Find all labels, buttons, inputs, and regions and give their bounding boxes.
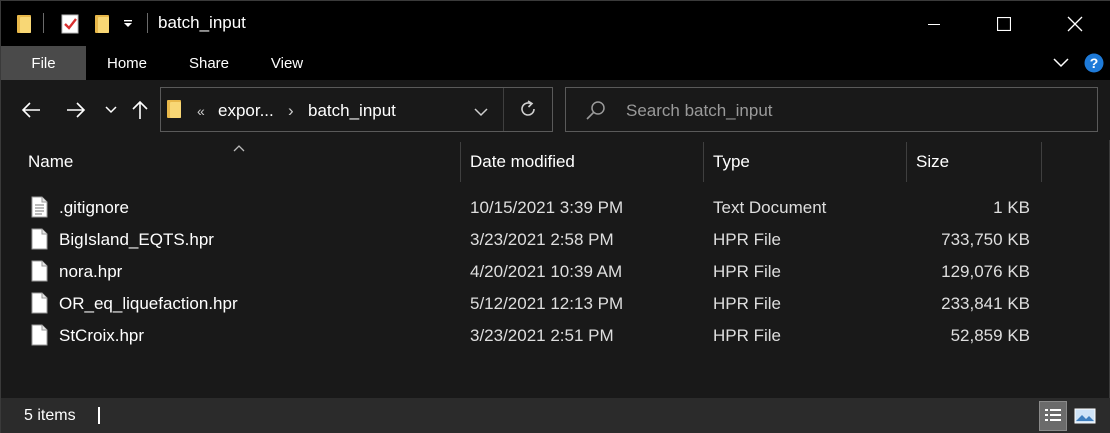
text-caret bbox=[98, 407, 100, 424]
column-header-name[interactable]: Name bbox=[28, 152, 73, 172]
new-folder-icon[interactable] bbox=[91, 1, 113, 46]
navigation-bar: « expor... › batch_input Search batch_in… bbox=[1, 80, 1110, 140]
close-button[interactable] bbox=[1052, 1, 1098, 46]
search-icon bbox=[586, 100, 606, 125]
chevron-down-icon bbox=[1053, 58, 1069, 68]
recent-locations-button[interactable] bbox=[101, 94, 121, 126]
breadcrumb-separator-icon[interactable]: › bbox=[288, 101, 294, 121]
back-button[interactable] bbox=[17, 94, 45, 126]
file-date: 5/12/2021 12:13 PM bbox=[470, 294, 624, 313]
folder-icon bbox=[167, 100, 181, 118]
overflow-chevron-icon[interactable]: « bbox=[197, 103, 205, 119]
large-icons-view-icon bbox=[1074, 408, 1096, 424]
address-divider bbox=[503, 88, 504, 131]
column-divider[interactable] bbox=[703, 142, 704, 182]
svg-text:?: ? bbox=[1090, 55, 1099, 71]
search-box[interactable]: Search batch_input bbox=[565, 87, 1098, 132]
file-type: HPR File bbox=[713, 262, 782, 281]
file-row[interactable]: .gitignore 10/15/2021 3:39 PM Text Docum… bbox=[1, 192, 1110, 224]
up-button[interactable] bbox=[128, 94, 152, 126]
search-input[interactable]: Search batch_input bbox=[626, 101, 773, 121]
column-header-date[interactable]: Date modified bbox=[470, 152, 575, 172]
details-view-icon bbox=[1045, 409, 1061, 421]
file-size: 233,841 KB bbox=[941, 294, 1030, 313]
expand-ribbon-button[interactable] bbox=[1049, 46, 1073, 80]
file-explorer-window: batch_input File Home Share View ? « exp… bbox=[0, 0, 1110, 433]
text-document-icon bbox=[31, 196, 48, 218]
file-name: BigIsland_EQTS.hpr bbox=[59, 230, 214, 249]
arrow-right-icon bbox=[67, 102, 86, 118]
column-divider[interactable] bbox=[460, 142, 461, 182]
file-row[interactable]: BigIsland_EQTS.hpr 3/23/2021 2:58 PM HPR… bbox=[1, 224, 1110, 256]
file-type: Text Document bbox=[713, 198, 827, 217]
column-headers: Name Date modified Type Size bbox=[1, 142, 1110, 182]
title-separator bbox=[147, 13, 148, 33]
maximize-icon bbox=[997, 16, 1011, 31]
ribbon-tabs: File Home Share View ? bbox=[1, 46, 1110, 80]
details-view-button[interactable] bbox=[1039, 401, 1067, 431]
column-divider[interactable] bbox=[906, 142, 907, 182]
tab-share[interactable]: Share bbox=[179, 46, 239, 80]
refresh-icon bbox=[521, 100, 535, 116]
file-row[interactable]: nora.hpr 4/20/2021 10:39 AM HPR File 129… bbox=[1, 256, 1110, 288]
file-size: 1 KB bbox=[993, 198, 1030, 217]
file-date: 3/23/2021 2:58 PM bbox=[470, 230, 614, 249]
file-type: HPR File bbox=[713, 326, 782, 345]
file-name: OR_eq_liquefaction.hpr bbox=[59, 294, 238, 313]
tab-file[interactable]: File bbox=[1, 46, 86, 80]
help-button[interactable]: ? bbox=[1083, 46, 1105, 80]
breadcrumb-current[interactable]: batch_input bbox=[308, 101, 396, 121]
window-title: batch_input bbox=[158, 13, 246, 32]
address-dropdown-button[interactable] bbox=[474, 104, 488, 122]
file-icon bbox=[31, 324, 48, 346]
minimize-icon bbox=[928, 23, 940, 25]
file-name: StCroix.hpr bbox=[59, 326, 145, 345]
item-count: 5 items bbox=[24, 407, 76, 424]
status-bar: 5 items bbox=[1, 398, 1110, 433]
file-date: 10/15/2021 3:39 PM bbox=[470, 198, 624, 217]
file-icon bbox=[31, 292, 48, 314]
help-icon: ? bbox=[1084, 53, 1104, 73]
tab-home[interactable]: Home bbox=[97, 46, 157, 80]
title-bar: batch_input bbox=[1, 1, 1110, 46]
file-icon bbox=[31, 228, 48, 250]
tab-view[interactable]: View bbox=[257, 46, 317, 80]
file-size: 129,076 KB bbox=[941, 262, 1030, 281]
breadcrumb-parent[interactable]: expor... bbox=[218, 101, 274, 121]
customize-toolbar-icon[interactable] bbox=[120, 1, 136, 46]
properties-icon[interactable] bbox=[59, 1, 81, 46]
file-type: HPR File bbox=[713, 230, 782, 249]
file-date: 4/20/2021 10:39 AM bbox=[470, 262, 623, 281]
file-row[interactable]: OR_eq_liquefaction.hpr 5/12/2021 12:13 P… bbox=[1, 288, 1110, 320]
chevron-down-icon bbox=[105, 106, 117, 114]
title-separator bbox=[43, 13, 44, 33]
arrow-left-icon bbox=[21, 102, 40, 118]
forward-button[interactable] bbox=[62, 94, 90, 126]
column-divider[interactable] bbox=[1041, 142, 1042, 182]
large-icons-view-button[interactable] bbox=[1071, 401, 1099, 431]
file-size: 52,859 KB bbox=[950, 326, 1030, 345]
folder-icon[interactable] bbox=[13, 1, 35, 46]
file-name: .gitignore bbox=[59, 198, 129, 217]
close-icon bbox=[1067, 16, 1083, 31]
file-name: nora.hpr bbox=[59, 262, 123, 281]
chevron-down-icon bbox=[474, 108, 488, 117]
file-size: 733,750 KB bbox=[941, 230, 1030, 249]
file-icon bbox=[31, 260, 48, 282]
column-header-type[interactable]: Type bbox=[713, 152, 750, 172]
refresh-button[interactable] bbox=[518, 99, 538, 124]
sort-ascending-icon bbox=[233, 139, 245, 157]
arrow-up-icon bbox=[132, 100, 148, 119]
file-type: HPR File bbox=[713, 294, 782, 313]
file-row[interactable]: StCroix.hpr 3/23/2021 2:51 PM HPR File 5… bbox=[1, 320, 1110, 352]
maximize-button[interactable] bbox=[981, 1, 1027, 46]
minimize-button[interactable] bbox=[911, 1, 957, 46]
file-date: 3/23/2021 2:51 PM bbox=[470, 326, 614, 345]
column-header-size[interactable]: Size bbox=[916, 152, 949, 172]
address-bar[interactable]: « expor... › batch_input bbox=[160, 87, 553, 132]
